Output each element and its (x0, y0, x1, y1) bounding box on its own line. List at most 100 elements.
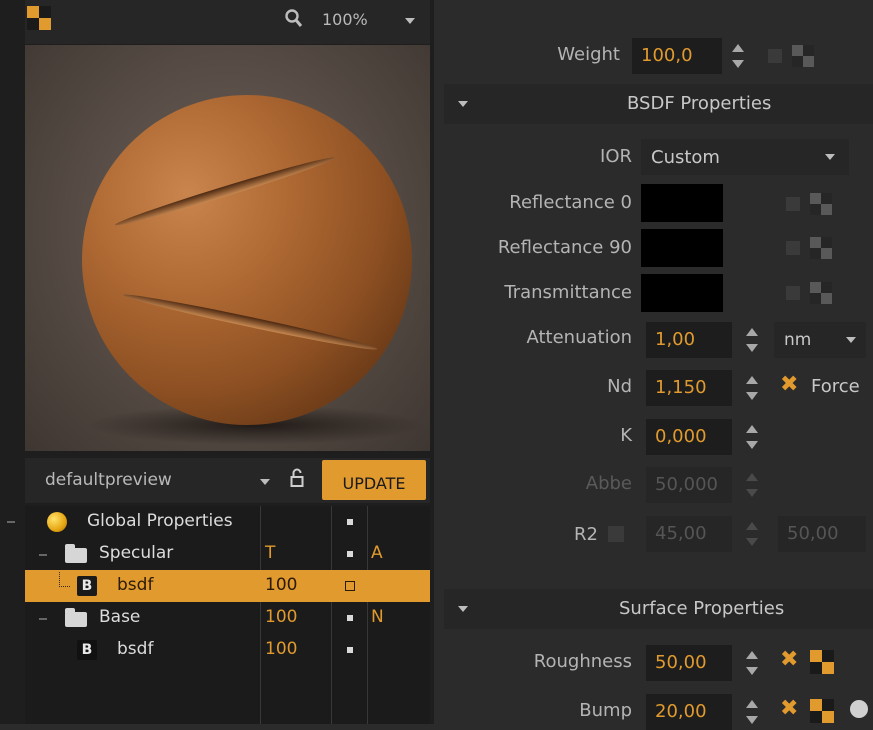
r2-checkbox[interactable] (608, 526, 624, 542)
lock-icon[interactable] (290, 468, 304, 488)
tree-row-value: 100 (265, 639, 298, 659)
tree-row-label: bsdf (117, 575, 154, 595)
visibility-dot[interactable] (347, 647, 353, 653)
bsdf-badge-icon: B (77, 576, 97, 596)
unit-value: nm (784, 330, 812, 350)
transmittance-texture-icon[interactable] (810, 282, 832, 304)
r2-value2-field: 50,00 (778, 516, 866, 552)
transmittance-link-toggle[interactable] (786, 286, 800, 300)
reflectance90-texture-icon[interactable] (810, 237, 832, 259)
attenuation-label: Attenuation (526, 327, 632, 348)
preview-sphere (82, 95, 412, 425)
bump-label: Bump (579, 700, 632, 721)
collapse-icon[interactable] (39, 618, 47, 620)
weight-spinner[interactable] (731, 38, 745, 74)
global-sphere-icon (47, 512, 67, 532)
visibility-box[interactable] (345, 581, 355, 591)
section-title: BSDF Properties (627, 93, 772, 114)
dropdown-arrow-icon (846, 337, 856, 343)
tree-row-flag: N (371, 607, 384, 627)
bsdf-section-header[interactable]: BSDF Properties (444, 84, 873, 124)
tree-row-label: Specular (99, 543, 174, 563)
force-checkbox-icon[interactable]: ✖ (780, 372, 798, 397)
nd-label: Nd (607, 376, 632, 397)
abbe-field: 50,000 (646, 467, 732, 503)
reflectance90-label: Reflectance 90 (497, 237, 632, 258)
transmittance-label: Transmittance (504, 282, 632, 303)
zoom-icon[interactable] (285, 9, 303, 29)
zoom-level[interactable]: 100% (322, 10, 368, 29)
roughness-field[interactable]: 50,00 (646, 645, 732, 681)
transmittance-color-swatch[interactable] (641, 274, 723, 312)
tree-row-label: Global Properties (87, 511, 233, 531)
ior-label: IOR (600, 146, 632, 167)
roughness-spinner[interactable] (745, 645, 759, 681)
force-label: Force (811, 376, 860, 397)
bump-spinner[interactable] (745, 694, 759, 730)
tree-row-label: bsdf (117, 639, 154, 659)
tree-connector (59, 572, 70, 587)
scene-dropdown[interactable]: defaultpreview (45, 470, 172, 490)
visibility-dot[interactable] (347, 519, 353, 525)
reflectance90-link-toggle[interactable] (786, 241, 800, 255)
dropdown-arrow-icon (825, 154, 835, 160)
reflectance90-color-swatch[interactable] (641, 229, 723, 267)
tree-row-bsdf-selected[interactable]: B bsdf 100 (25, 570, 430, 602)
reflectance0-texture-icon[interactable] (810, 193, 832, 215)
tree-row-specular[interactable]: Specular T A (25, 538, 430, 570)
bump-enable-icon[interactable]: ✖ (780, 696, 798, 721)
visibility-dot[interactable] (347, 551, 353, 557)
roughness-texture-icon[interactable] (810, 650, 834, 674)
k-spinner[interactable] (745, 419, 759, 455)
r2-value1-field: 45,00 (646, 516, 732, 552)
tree-row-label: Base (99, 607, 141, 627)
reflectance0-link-toggle[interactable] (786, 197, 800, 211)
weight-label: Weight (557, 44, 620, 65)
material-preview[interactable] (25, 45, 430, 451)
r2-label: R2 (574, 524, 598, 545)
folder-icon (65, 608, 87, 627)
attenuation-field[interactable]: 1,00 (646, 322, 732, 358)
roughness-label: Roughness (533, 651, 632, 672)
tree-row-value: 100 (265, 575, 298, 595)
reflectance0-label: Reflectance 0 (509, 192, 632, 213)
nd-spinner[interactable] (745, 370, 759, 406)
material-logo-icon (27, 6, 51, 30)
bump-node-icon[interactable] (850, 700, 868, 718)
tree-row-value: T (265, 543, 276, 563)
ior-dropdown[interactable]: Custom (641, 139, 849, 175)
r2-spinner (745, 516, 759, 552)
tree-row-global-properties[interactable]: Global Properties (7, 506, 430, 538)
layer-tree: Global Properties Specular T A B bsdf 10… (7, 506, 430, 724)
bsdf-badge-icon: B (77, 640, 97, 660)
reflectance0-color-swatch[interactable] (641, 184, 723, 222)
zoom-dropdown-icon[interactable] (405, 18, 415, 24)
scene-dropdown-icon[interactable] (260, 479, 270, 485)
section-collapse-icon[interactable] (458, 101, 468, 107)
k-field[interactable]: 0,000 (646, 419, 732, 455)
abbe-spinner (745, 467, 759, 503)
collapse-icon[interactable] (39, 554, 47, 556)
weight-field[interactable]: 100,0 (632, 38, 722, 74)
section-collapse-icon[interactable] (458, 606, 468, 612)
visibility-dot[interactable] (347, 615, 353, 621)
surface-section-header[interactable]: Surface Properties (444, 589, 873, 629)
tree-row-base[interactable]: Base 100 N (25, 602, 430, 634)
collapse-icon[interactable] (7, 521, 15, 523)
roughness-enable-icon[interactable]: ✖ (780, 647, 798, 672)
bump-texture-icon[interactable] (810, 699, 834, 723)
tree-row-value: 100 (265, 607, 298, 627)
attenuation-spinner[interactable] (745, 322, 759, 358)
section-title: Surface Properties (619, 598, 785, 619)
bump-field[interactable]: 20,00 (646, 694, 732, 730)
preview-toolbar: 100% (25, 0, 430, 44)
attenuation-unit-dropdown[interactable]: nm (774, 322, 866, 358)
nd-field[interactable]: 1,150 (646, 370, 732, 406)
weight-texture-icon[interactable] (792, 45, 814, 67)
ior-dropdown-value: Custom (651, 147, 720, 168)
k-label: K (620, 425, 632, 446)
folder-icon (65, 544, 87, 563)
tree-row-bsdf[interactable]: B bsdf 100 (25, 634, 430, 666)
update-button[interactable]: UPDATE (322, 460, 426, 500)
weight-link-toggle[interactable] (768, 49, 782, 63)
